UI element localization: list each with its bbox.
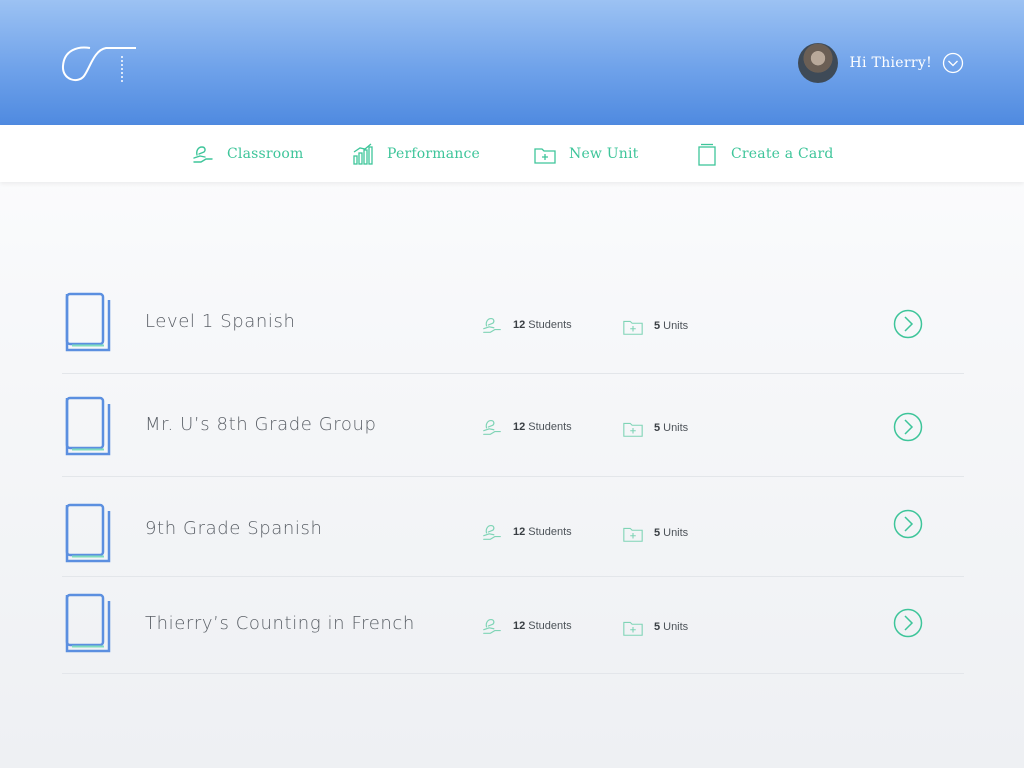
- folder-plus-icon: [623, 320, 643, 335]
- units-stat: 5 Units: [622, 315, 688, 337]
- folder-plus-icon: [623, 621, 643, 636]
- units-label: Units: [663, 320, 689, 332]
- hand-icon: [483, 524, 501, 540]
- chevron-down-icon[interactable]: [942, 52, 964, 74]
- students-label: Students: [528, 526, 572, 538]
- students-count: 12: [513, 421, 526, 433]
- students-stat: 12 Students: [481, 416, 572, 438]
- card-icon: [698, 143, 716, 166]
- students-stat: 12 Students: [481, 521, 572, 543]
- folder-plus-icon: [623, 422, 643, 437]
- class-row[interactable]: Level 1 Spanish 12 Students 5 Units: [62, 270, 964, 374]
- nav-label: Classroom: [227, 145, 304, 162]
- units-label: Units: [663, 621, 689, 633]
- units-stat: 5 Units: [622, 522, 688, 544]
- nav-label: Create a Card: [731, 145, 834, 162]
- nav-create-card[interactable]: Create a Card: [695, 125, 834, 182]
- arrow-right-circle-icon[interactable]: [893, 509, 923, 539]
- hand-icon: [483, 419, 501, 435]
- students-label: Students: [528, 319, 572, 331]
- class-row[interactable]: Mr. U’s 8th Grade Group 12 Students 5 Un…: [62, 374, 964, 477]
- main-nav: Classroom Performance New Unit Create a …: [0, 125, 1024, 182]
- avatar[interactable]: [797, 43, 838, 83]
- class-title: 9th Grade Spanish: [145, 518, 323, 539]
- book-icon: [65, 292, 111, 352]
- folder-plus-icon: [623, 527, 643, 542]
- hand-icon: [483, 317, 501, 333]
- students-label: Students: [528, 620, 572, 632]
- units-label: Units: [663, 422, 689, 434]
- nav-classroom[interactable]: Classroom: [191, 125, 304, 182]
- nav-new-unit[interactable]: New Unit: [533, 125, 639, 182]
- students-count: 12: [513, 319, 526, 331]
- hand-icon: [193, 145, 213, 163]
- units-count: 5: [654, 621, 661, 633]
- arrow-right-circle-icon[interactable]: [893, 608, 923, 638]
- hand-icon: [483, 618, 501, 634]
- book-icon: [65, 396, 111, 456]
- app-header: Hi Thierry!: [0, 0, 1024, 125]
- nav-label: New Unit: [569, 145, 639, 162]
- class-title: Thierry’s Counting in French: [145, 613, 415, 634]
- book-icon: [65, 593, 111, 653]
- logo-icon[interactable]: [60, 42, 140, 88]
- folder-plus-icon: [534, 147, 556, 164]
- class-title: Mr. U’s 8th Grade Group: [145, 414, 377, 435]
- nav-label: Performance: [387, 145, 481, 162]
- students-stat: 12 Students: [481, 314, 572, 336]
- user-menu[interactable]: Hi Thierry!: [797, 43, 964, 83]
- students-label: Students: [528, 421, 572, 433]
- class-row[interactable]: 9th Grade Spanish 12 Students 5 Units: [62, 477, 964, 577]
- students-count: 12: [513, 620, 526, 632]
- bar-chart-icon: [353, 143, 373, 165]
- arrow-right-circle-icon[interactable]: [893, 309, 923, 339]
- nav-performance[interactable]: Performance: [351, 125, 480, 182]
- units-count: 5: [654, 320, 661, 332]
- units-count: 5: [654, 422, 661, 434]
- class-row[interactable]: Thierry’s Counting in French 12 Students…: [62, 577, 964, 674]
- students-stat: 12 Students: [481, 615, 572, 637]
- arrow-right-circle-icon[interactable]: [893, 412, 923, 442]
- students-count: 12: [513, 526, 526, 538]
- greeting-text: Hi Thierry!: [849, 55, 932, 71]
- units-label: Units: [663, 527, 689, 539]
- book-icon: [65, 503, 111, 563]
- units-stat: 5 Units: [622, 616, 688, 638]
- units-stat: 5 Units: [622, 417, 688, 439]
- class-title: Level 1 Spanish: [145, 311, 296, 332]
- units-count: 5: [654, 527, 661, 539]
